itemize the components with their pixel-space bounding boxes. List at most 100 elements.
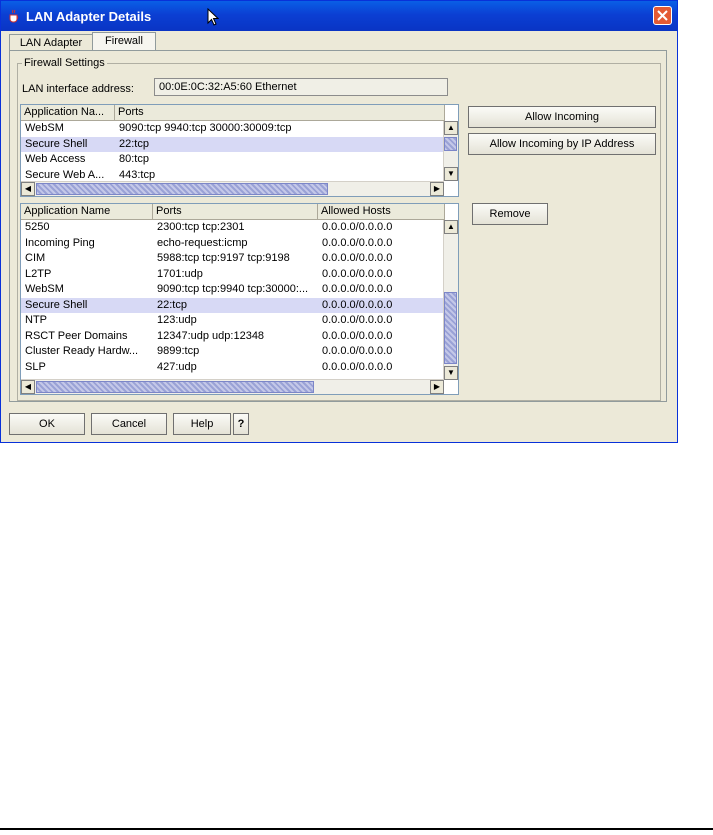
button-label: Help: [190, 418, 214, 430]
cell-application: WebSM: [25, 122, 64, 134]
scroll-right-button[interactable]: ▶: [430, 380, 444, 394]
table-row[interactable]: Cluster Ready Hardw... 9899:tcp 0.0.0.0/0.…: [21, 344, 445, 360]
cell-ports: 427:udp: [157, 360, 197, 373]
window-title: LAN Adapter Details: [26, 9, 152, 24]
button-label: ?: [237, 418, 245, 430]
cell-allowed-hosts: 0.0.0.0/0.0.0.0: [322, 267, 393, 280]
cell-ports: echo-request:icmp: [157, 236, 248, 249]
dialog-client-area: LAN Adapter Firewall Firewall Settings L…: [4, 31, 674, 440]
cell-application: CIM: [25, 252, 46, 264]
scroll-left-button[interactable]: ◀: [21, 380, 35, 394]
horizontal-scrollbar[interactable]: ◀ ▶: [21, 181, 444, 196]
available-applications-table[interactable]: Application Na... Ports WebSM 9090:tcp 9…: [20, 104, 459, 197]
cancel-button[interactable]: Cancel: [91, 413, 167, 435]
cell-ports: 22:tcp: [157, 298, 187, 311]
tab-lan-adapter[interactable]: LAN Adapter: [9, 34, 93, 51]
close-icon: [657, 10, 668, 21]
cell-allowed-hosts: 0.0.0.0/0.0.0.0: [322, 314, 393, 326]
mouse-pointer-icon: [207, 8, 219, 26]
close-button[interactable]: [653, 6, 672, 25]
scroll-up-button[interactable]: ▲: [444, 121, 458, 135]
table-row[interactable]: NTP 123:udp 0.0.0.0/0.0.0.0: [21, 313, 445, 329]
page-divider: [0, 828, 713, 830]
cell-application: Secure Shell: [25, 137, 88, 150]
cell-application: Incoming Ping: [25, 236, 95, 249]
cell-ports: 9899:tcp: [157, 345, 200, 357]
cell-application: Cluster Ready Hardw...: [25, 345, 139, 357]
allowed-applications-table[interactable]: Application Name Ports Allowed Hosts 525…: [20, 203, 459, 395]
cell-ports: 2300:tcp tcp:2301: [157, 221, 245, 233]
vertical-scrollbar[interactable]: ▲ ▼: [443, 121, 458, 181]
table-row[interactable]: Incoming Ping echo-request:icmp 0.0.0.0/0.…: [21, 236, 445, 252]
lan-interface-address-field: 00:0E:0C:32:A5:60 Ethernet: [154, 78, 448, 96]
tab-label: LAN Adapter: [19, 37, 83, 49]
cell-application: NTP: [25, 314, 47, 326]
cell-application: Secure Shell: [25, 298, 88, 311]
vertical-scrollbar[interactable]: ▲ ▼: [443, 220, 458, 380]
cell-ports: 9090:tcp 9940:tcp 30000:30009:tcp: [119, 122, 292, 134]
table-row[interactable]: WebSM 9090:tcp 9940:tcp 30000:30009:tcp: [21, 121, 445, 137]
cell-allowed-hosts: 0.0.0.0/0.0.0.0: [322, 252, 393, 264]
cell-application: RSCT Peer Domains: [25, 329, 128, 342]
table-row[interactable]: L2TP 1701:udp 0.0.0.0/0.0.0.0: [21, 267, 445, 283]
allow-incoming-by-ip-button[interactable]: Allow Incoming by IP Address: [468, 133, 656, 155]
column-header-application-name[interactable]: Application Name: [21, 204, 153, 219]
column-header-allowed-hosts[interactable]: Allowed Hosts: [318, 204, 445, 219]
table-row[interactable]: Web Access 80:tcp: [21, 152, 445, 168]
table-row[interactable]: CIM 5988:tcp tcp:9197 tcp:9198 0.0.0.0/0.0…: [21, 251, 445, 267]
table-row-selected[interactable]: Secure Shell 22:tcp 0.0.0.0/0.0.0.0: [21, 297, 445, 313]
column-header-application-name[interactable]: Application Na...: [21, 105, 115, 120]
cell-application: WebSM: [25, 283, 64, 295]
allow-incoming-button[interactable]: Allow Incoming: [468, 106, 656, 128]
column-header-ports[interactable]: Ports: [115, 105, 445, 120]
cell-application: Web Access: [25, 153, 86, 165]
button-label: Allow Incoming by IP Address: [489, 138, 635, 150]
context-help-button[interactable]: ?: [233, 413, 249, 435]
table-row[interactable]: WebSM 9090:tcp tcp:9940 tcp:30000:... 0.0.…: [21, 282, 445, 298]
title-bar[interactable]: LAN Adapter Details: [1, 1, 677, 31]
group-label: Firewall Settings: [22, 57, 107, 69]
scroll-up-button[interactable]: ▲: [444, 220, 458, 234]
help-button[interactable]: Help: [173, 413, 231, 435]
table-row[interactable]: SLP 427:udp 0.0.0.0/0.0.0.0: [21, 360, 445, 376]
cell-allowed-hosts: 0.0.0.0/0.0.0.0: [322, 329, 393, 342]
cell-ports: 12347:udp udp:12348: [157, 329, 265, 342]
scroll-thumb[interactable]: [36, 183, 328, 195]
horizontal-scrollbar[interactable]: ◀ ▶: [21, 379, 444, 394]
cell-ports: 123:udp: [157, 314, 197, 326]
scroll-down-button[interactable]: ▼: [444, 366, 458, 380]
scroll-thumb[interactable]: [444, 292, 457, 364]
cell-allowed-hosts: 0.0.0.0/0.0.0.0: [322, 221, 393, 233]
cell-ports: 5988:tcp tcp:9197 tcp:9198: [157, 252, 290, 264]
ok-button[interactable]: OK: [9, 413, 85, 435]
cell-ports: 9090:tcp tcp:9940 tcp:30000:...: [157, 283, 309, 295]
cell-ports: 22:tcp: [119, 137, 149, 150]
table-row-selected[interactable]: Secure Shell 22:tcp: [21, 136, 445, 152]
cell-allowed-hosts: 0.0.0.0/0.0.0.0: [322, 298, 393, 311]
table-row[interactable]: RSCT Peer Domains 12347:udp udp:12348 0.0.…: [21, 329, 445, 345]
column-header-ports[interactable]: Ports: [153, 204, 318, 219]
scroll-down-button[interactable]: ▼: [444, 167, 458, 181]
tab-firewall[interactable]: Firewall: [92, 32, 156, 51]
table-header: Application Na... Ports: [21, 105, 445, 121]
java-cup-icon: [9, 9, 19, 23]
scroll-thumb[interactable]: [36, 381, 314, 393]
tab-label: Firewall: [105, 35, 143, 47]
cell-allowed-hosts: 0.0.0.0/0.0.0.0: [322, 236, 393, 249]
table-header: Application Name Ports Allowed Hosts: [21, 204, 445, 220]
cell-application: L2TP: [25, 267, 52, 280]
cell-allowed-hosts: 0.0.0.0/0.0.0.0: [322, 283, 393, 295]
cell-ports: 1701:udp: [157, 267, 203, 280]
cell-application: 5250: [25, 221, 50, 233]
button-label: Cancel: [111, 418, 147, 430]
cell-application: SLP: [25, 360, 46, 373]
scroll-left-button[interactable]: ◀: [21, 182, 35, 196]
remove-button[interactable]: Remove: [472, 203, 548, 225]
lan-adapter-details-window: LAN Adapter Details LAN Adapter Firewall…: [0, 0, 678, 443]
lan-interface-label: LAN interface address:: [22, 83, 134, 95]
cell-ports: 80:tcp: [119, 153, 149, 165]
button-label: Allow Incoming: [525, 111, 599, 123]
scroll-right-button[interactable]: ▶: [430, 182, 444, 196]
scroll-thumb[interactable]: [444, 137, 457, 151]
table-row[interactable]: 5250 2300:tcp tcp:2301 0.0.0.0/0.0.0.0: [21, 220, 445, 236]
